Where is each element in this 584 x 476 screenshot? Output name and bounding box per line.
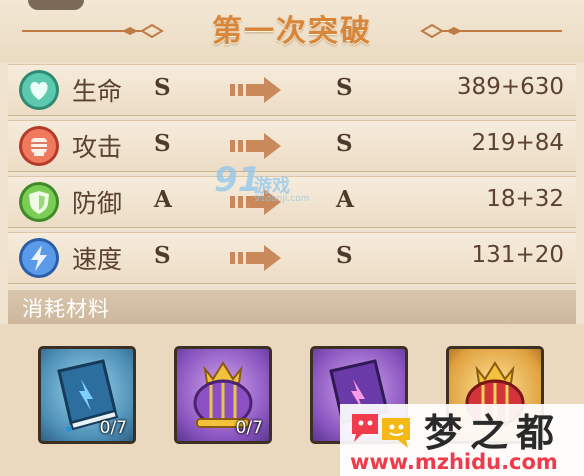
grade-before: S [154,74,171,101]
stat-name: 生命 [72,77,123,106]
arrow-right-icon [230,133,281,159]
materials-header: 消耗材料 [8,290,576,324]
watermark-site-name: 梦之都 [424,411,563,455]
grade-after: S [336,74,353,101]
arrow-right-icon [230,245,281,271]
title-banner: 第一次突破 [0,0,584,62]
grade-before: S [154,242,171,269]
stat-value: 18+32 [486,186,564,212]
materials-header-label: 消耗材料 [22,297,110,321]
watermark-sub: 91danji.com [254,194,310,204]
91game-watermark: 91 游戏 91danji.com [214,160,334,210]
grade-before: A [154,186,172,213]
material-count: 0/7 [235,418,263,438]
stat-value: 131+20 [471,242,564,268]
stat-name: 防御 [72,189,123,218]
stat-name: 攻击 [72,133,123,162]
material-blue-book[interactable]: 0/7 [38,346,136,444]
fist-icon [19,126,59,166]
chat-bubble-logo-icon [352,414,410,448]
right-ornament [420,24,562,38]
stat-row-hp: 生命 S S 389+630 [8,64,576,116]
stat-row-speed: 速度 S S 131+20 [8,232,576,284]
material-count: 0/7 [99,418,127,438]
heart-icon [19,70,59,110]
stat-value: 389+630 [456,74,564,100]
grade-after: S [336,130,353,157]
stat-name: 速度 [72,245,123,274]
grade-after: S [336,242,353,269]
grade-before: S [154,130,171,157]
arrow-right-icon [230,77,281,103]
lightning-icon [19,238,59,278]
shield-icon [19,182,59,222]
grade-after: A [336,186,354,213]
material-purple-crown[interactable]: 0/7 [174,346,272,444]
watermark-site-url: www.mzhidu.com [350,450,558,474]
mzhidu-watermark: 梦之都 www.mzhidu.com [340,404,584,476]
stat-value: 219+84 [471,130,564,156]
